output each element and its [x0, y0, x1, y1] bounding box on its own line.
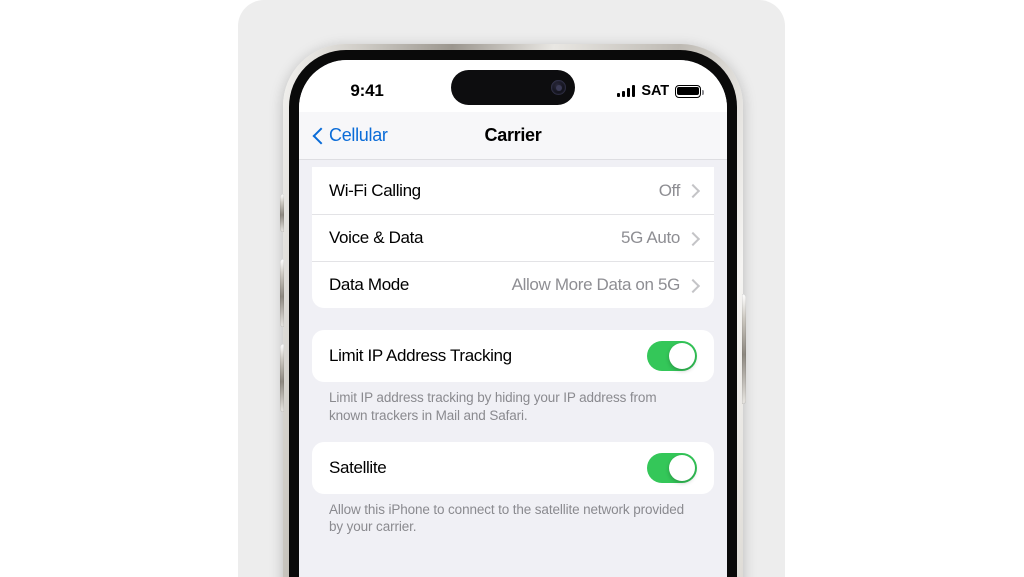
row-value: Allow More Data on 5G: [511, 275, 681, 294]
row-value: Off: [658, 180, 681, 200]
volume-up-button[interactable]: [280, 259, 284, 327]
settings-row-wifi-calling[interactable]: Wi-Fi Calling Off: [312, 167, 714, 214]
settings-row-data-mode[interactable]: Data Mode Allow More Data on 5G: [312, 261, 714, 308]
row-label: Limit IP Address Tracking: [329, 346, 512, 365]
back-button-label: Cellular: [329, 125, 388, 145]
cellular-bars-icon: [617, 85, 636, 97]
row-value: 5G Auto: [621, 228, 680, 247]
carrier-options-group: Wi-Fi Calling Off Voice & Data 5G Auto D…: [312, 167, 714, 308]
settings-row-satellite[interactable]: Satellite: [312, 442, 714, 494]
settings-scroll-view[interactable]: Wi-Fi Calling Off Voice & Data 5G Auto D…: [299, 160, 727, 577]
chevron-right-icon: [688, 278, 697, 293]
settings-row-voice-and-data[interactable]: Voice & Data 5G Auto: [312, 214, 714, 261]
limit-ip-address-tracking-toggle[interactable]: [647, 341, 697, 371]
chevron-right-icon: [688, 183, 697, 198]
settings-row-limit-ip-address-tracking[interactable]: Limit IP Address Tracking: [312, 330, 714, 382]
row-label: Voice & Data: [329, 228, 424, 247]
back-button[interactable]: Cellular: [313, 125, 388, 146]
toggle-knob: [669, 343, 695, 369]
battery-full-icon: [675, 84, 704, 98]
status-bar-indicators: SAT: [617, 70, 704, 112]
volume-down-button[interactable]: [280, 344, 284, 412]
row-label: Satellite: [329, 457, 387, 477]
satellite-toggle[interactable]: [647, 452, 697, 483]
power-button[interactable]: [742, 294, 746, 404]
navigation-bar: Cellular Carrier: [299, 112, 727, 160]
action-button[interactable]: [280, 194, 284, 232]
chevron-right-icon: [688, 231, 697, 246]
satellite-footnote: Allow this iPhone to connect to the sate…: [329, 501, 685, 535]
status-bar: 9:41 SAT: [299, 60, 727, 112]
toggle-knob: [669, 454, 695, 481]
row-label: Wi-Fi Calling: [329, 180, 421, 200]
satellite-group: Satellite: [312, 441, 714, 494]
limit-ip-tracking-group: Limit IP Address Tracking: [312, 330, 714, 382]
row-label: Data Mode: [329, 275, 410, 294]
device-bezel: 9:41 SAT Cellular Carrier Wi-Fi Calling …: [289, 50, 737, 577]
dynamic-island: [451, 70, 575, 105]
chevron-left-icon: [313, 126, 324, 145]
device-screen: 9:41 SAT Cellular Carrier Wi-Fi Calling …: [299, 60, 727, 577]
status-bar-time: 9:41: [350, 81, 384, 100]
network-type-label: SAT: [641, 83, 669, 99]
screenshot-canvas: 9:41 SAT Cellular Carrier Wi-Fi Calling …: [0, 0, 1024, 577]
front-camera-icon: [551, 80, 566, 95]
iphone-device-frame: 9:41 SAT Cellular Carrier Wi-Fi Calling …: [280, 44, 746, 577]
limit-ip-tracking-footnote: Limit IP address tracking by hiding your…: [329, 390, 657, 423]
